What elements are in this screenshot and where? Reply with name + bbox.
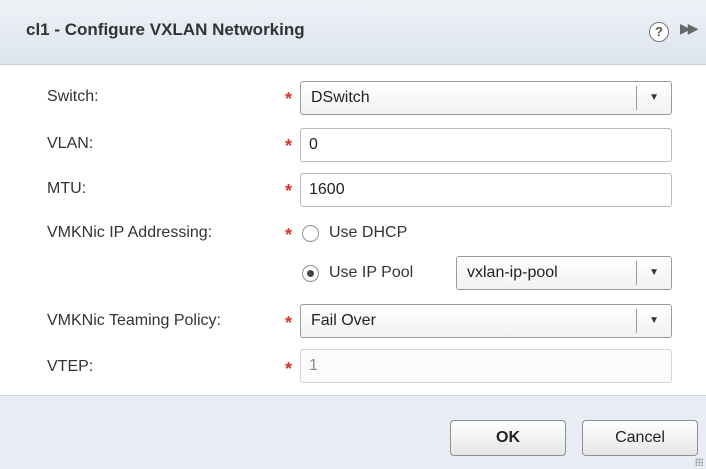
vlan-input[interactable]: 0 xyxy=(300,128,672,162)
switch-label: Switch: xyxy=(47,88,99,105)
use-dhcp-radio[interactable] xyxy=(302,225,319,242)
select-divider xyxy=(636,86,637,110)
mtu-label: MTU: xyxy=(47,180,87,197)
cancel-button[interactable]: Cancel xyxy=(582,420,698,456)
chevron-down-icon: ▼ xyxy=(649,267,659,278)
use-ip-pool-label[interactable]: Use IP Pool xyxy=(329,264,413,282)
mtu-input[interactable]: 1600 xyxy=(300,173,672,207)
ok-button[interactable]: OK xyxy=(450,420,566,456)
use-dhcp-label[interactable]: Use DHCP xyxy=(329,224,407,242)
required-marker: * xyxy=(285,313,293,333)
teaming-policy-label: VMKNic Teaming Policy: xyxy=(47,312,221,329)
dialog-title: cl1 - Configure VXLAN Networking xyxy=(26,20,305,39)
dialog-body: Switch: * DSwitch ▼ VLAN: * 0 MTU: * 160… xyxy=(0,65,706,395)
ip-pool-select[interactable]: vxlan-ip-pool ▼ xyxy=(456,256,672,290)
switch-select[interactable]: DSwitch ▼ xyxy=(300,81,672,115)
switch-select-value: DSwitch xyxy=(311,89,370,106)
resize-grip-icon[interactable] xyxy=(695,458,703,466)
teaming-policy-select[interactable]: Fail Over ▼ xyxy=(300,304,672,338)
help-icon[interactable]: ? xyxy=(649,22,669,42)
required-marker: * xyxy=(285,136,293,156)
dialog-footer: OK Cancel xyxy=(0,395,706,469)
required-marker: * xyxy=(285,181,293,201)
configure-vxlan-dialog: cl1 - Configure VXLAN Networking ? ▶▶ Sw… xyxy=(0,0,706,469)
vtep-label: VTEP: xyxy=(47,358,94,375)
vtep-input: 1 xyxy=(300,349,672,383)
chevron-down-icon: ▼ xyxy=(649,92,659,103)
vlan-label: VLAN: xyxy=(47,135,94,152)
select-divider xyxy=(636,261,637,285)
teaming-policy-value: Fail Over xyxy=(311,312,376,329)
expand-icon[interactable]: ▶▶ xyxy=(680,20,698,37)
ip-pool-select-value: vxlan-ip-pool xyxy=(467,264,558,281)
vmknic-ip-addressing-label: VMKNic IP Addressing: xyxy=(47,224,213,241)
dialog-titlebar: cl1 - Configure VXLAN Networking ? ▶▶ xyxy=(0,0,706,65)
required-marker: * xyxy=(285,89,293,109)
select-divider xyxy=(636,309,637,333)
required-marker: * xyxy=(285,225,293,245)
chevron-down-icon: ▼ xyxy=(649,315,659,326)
required-marker: * xyxy=(285,359,293,379)
use-ip-pool-radio[interactable] xyxy=(302,265,319,282)
